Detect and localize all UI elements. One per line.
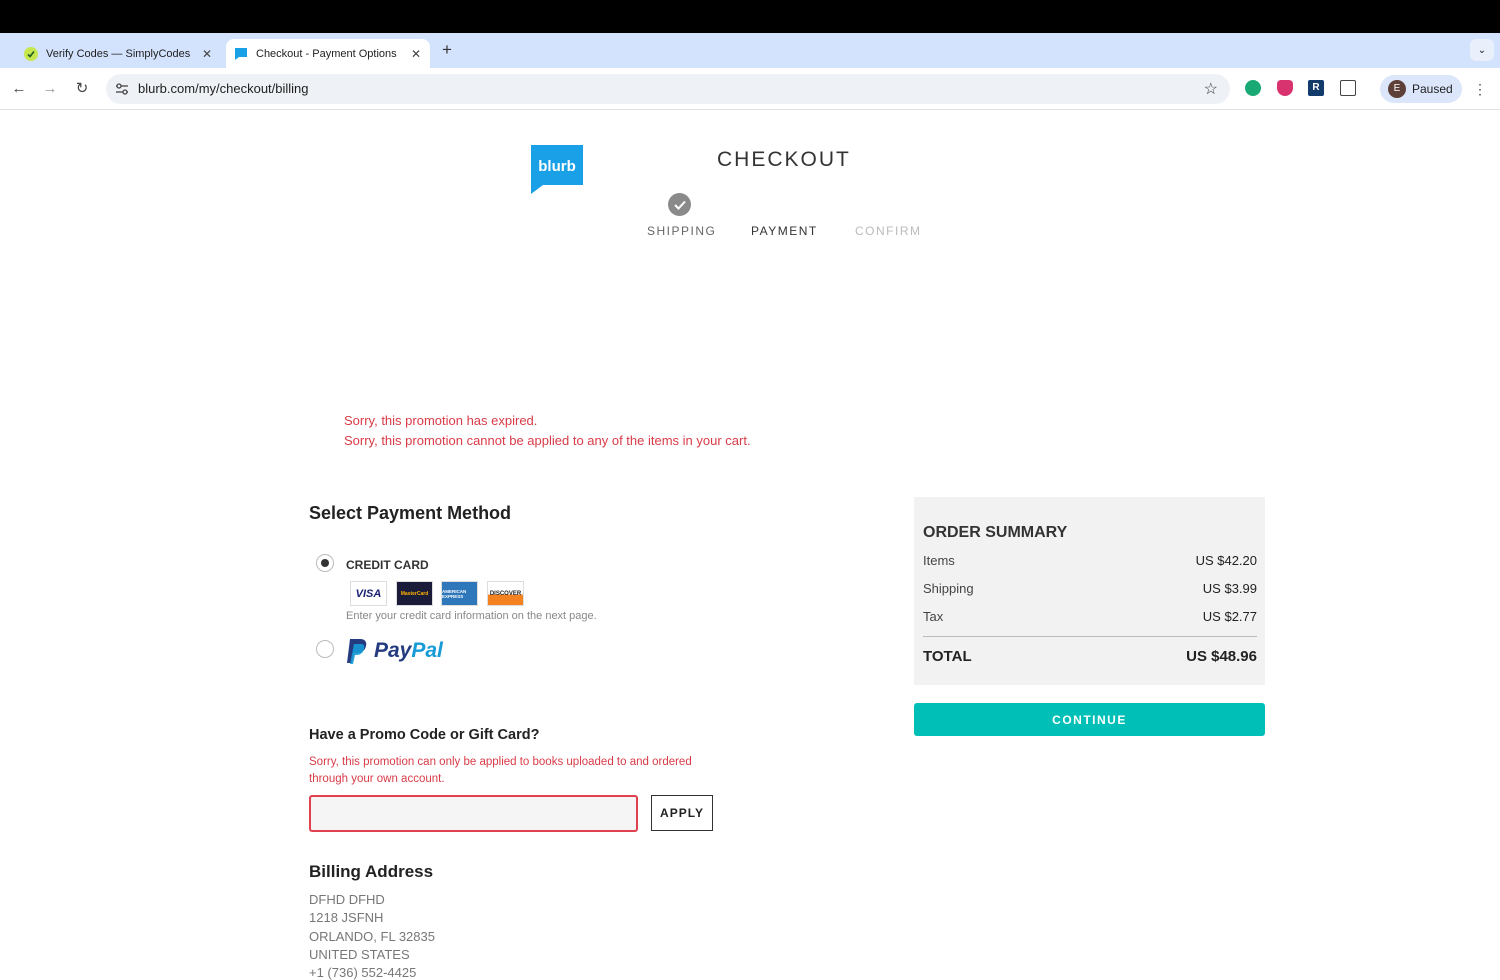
blurb-logo[interactable]: blurb — [531, 145, 583, 194]
billing-street: 1218 JSFNH — [309, 910, 384, 925]
back-arrow-icon[interactable]: ← — [9, 78, 29, 98]
billing-name: DFHD DFHD — [309, 892, 385, 907]
continue-button[interactable]: CONTINUE — [914, 703, 1265, 736]
logo-text: blurb — [538, 158, 576, 175]
tab-title: Checkout - Payment Options — [256, 47, 397, 60]
forward-arrow-icon[interactable]: → — [40, 78, 60, 98]
browser-toolbar: ← → ↻ blurb.com/my/checkout/billing ☆ R … — [0, 68, 1500, 110]
address-bar[interactable]: blurb.com/my/checkout/billing ☆ — [106, 74, 1230, 104]
summary-label: Tax — [923, 609, 944, 624]
profile-status: Paused — [1412, 82, 1453, 96]
browser-menu-icon[interactable]: ⋮ — [1473, 80, 1487, 98]
mastercard-logo: MasterCard — [396, 581, 433, 606]
new-tab-icon[interactable]: + — [438, 40, 456, 60]
summary-row-shipping: Shipping US $3.99 — [923, 581, 1257, 596]
tab-strip: Verify Codes — SimplyCodes ✕ Checkout - … — [0, 33, 1500, 68]
payment-method-heading: Select Payment Method — [309, 503, 512, 523]
extension-green-icon[interactable] — [1245, 80, 1261, 96]
apply-button[interactable]: APPLY — [651, 795, 713, 831]
promo-heading: Have a Promo Code or Gift Card? — [309, 727, 540, 743]
paypal-logo[interactable]: PayPal — [346, 637, 443, 665]
simplycodes-favicon-icon — [24, 46, 38, 61]
page-title: CHECKOUT — [717, 148, 851, 171]
tab-close-icon[interactable]: ✕ — [408, 47, 424, 61]
credit-card-radio[interactable] — [316, 554, 334, 572]
credit-card-note: Enter your credit card information on th… — [346, 610, 597, 622]
total-label: TOTAL — [923, 648, 972, 665]
billing-heading: Billing Address — [309, 862, 434, 881]
summary-row-items: Items US $42.20 — [923, 553, 1257, 568]
step-confirm: CONFIRM — [855, 224, 922, 238]
discover-logo: DISCOVER — [487, 581, 524, 606]
billing-city: ORLANDO, FL 32835 — [309, 929, 435, 944]
checkout-page: blurb CHECKOUT SHIPPING PAYMENT CONFIRM … — [0, 110, 1500, 980]
tab-checkout[interactable]: Checkout - Payment Options ✕ — [226, 39, 430, 68]
extension-r-icon[interactable]: R — [1308, 80, 1324, 96]
credit-card-label[interactable]: CREDIT CARD — [346, 558, 429, 572]
summary-value: US $42.20 — [1195, 553, 1257, 568]
avatar: E — [1388, 80, 1406, 98]
step-complete-check-icon — [668, 193, 691, 216]
tab-title: Verify Codes — SimplyCodes — [46, 47, 191, 60]
tab-close-icon[interactable]: ✕ — [199, 47, 215, 61]
billing-phone: +1 (736) 552-4425 — [309, 965, 417, 980]
summary-row-tax: Tax US $2.77 — [923, 609, 1257, 624]
summary-value: US $3.99 — [1202, 581, 1257, 596]
billing-country: UNITED STATES — [309, 947, 410, 962]
step-shipping[interactable]: SHIPPING — [647, 224, 716, 238]
url-text[interactable]: blurb.com/my/checkout/billing — [138, 81, 309, 96]
order-summary-title: ORDER SUMMARY — [923, 524, 1068, 541]
promo-error: Sorry, this promotion can only be applie… — [309, 756, 692, 785]
promo-expired-error: Sorry, this promotion has expired. — [344, 413, 538, 428]
visa-logo: VISA — [350, 581, 387, 606]
paypal-word-pay: Pay — [374, 639, 412, 662]
summary-divider — [923, 636, 1257, 637]
summary-value: US $2.77 — [1202, 609, 1257, 624]
paypal-radio[interactable] — [316, 640, 334, 658]
bookmark-star-icon[interactable]: ☆ — [1204, 79, 1218, 99]
blurb-favicon-icon — [235, 47, 247, 60]
summary-label: Items — [923, 553, 955, 568]
promo-code-input[interactable] — [309, 795, 638, 832]
promo-not-applicable-error: Sorry, this promotion cannot be applied … — [344, 433, 751, 448]
site-settings-icon[interactable] — [114, 81, 130, 97]
summary-row-total: TOTAL US $48.96 — [923, 648, 1257, 665]
tab-search-chevron-icon[interactable]: ⌄ — [1470, 39, 1494, 61]
reload-icon[interactable]: ↻ — [72, 78, 92, 98]
paypal-p-icon — [347, 638, 367, 664]
tab-simplycodes[interactable]: Verify Codes — SimplyCodes ✕ — [18, 39, 221, 68]
extension-shield-icon[interactable] — [1277, 80, 1293, 96]
step-payment: PAYMENT — [751, 224, 818, 238]
order-summary: ORDER SUMMARY Items US $42.20 Shipping U… — [914, 497, 1265, 685]
total-value: US $48.96 — [1186, 648, 1257, 665]
extensions-puzzle-icon[interactable] — [1340, 80, 1356, 96]
summary-label: Shipping — [923, 581, 974, 596]
profile-button[interactable]: E Paused — [1380, 75, 1462, 103]
paypal-word-pal: Pal — [411, 639, 443, 662]
os-top-bar — [0, 0, 1500, 33]
amex-logo: AMERICAN EXPRESS — [441, 581, 478, 606]
